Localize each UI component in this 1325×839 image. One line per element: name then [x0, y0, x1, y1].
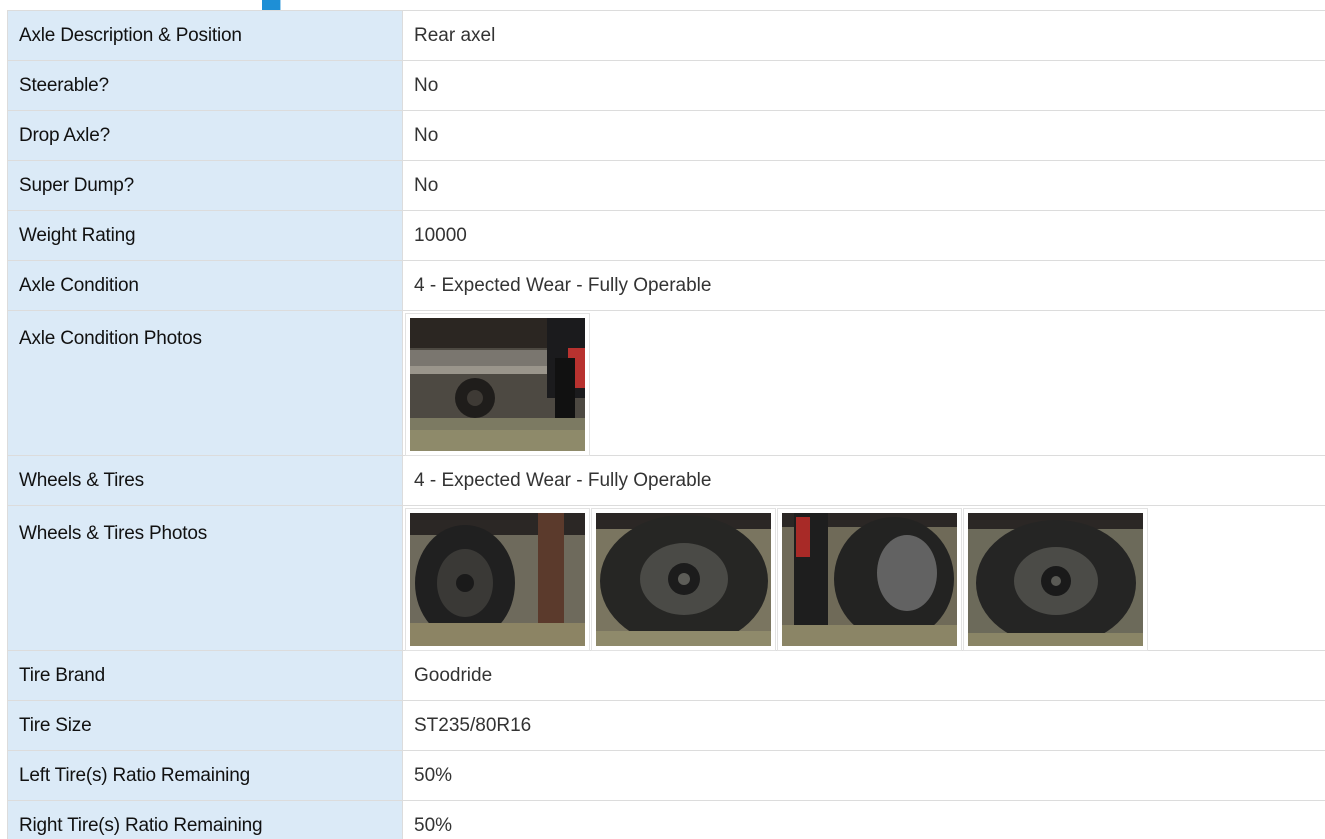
- row-value: Goodride: [402, 650, 1325, 701]
- row-value: No: [402, 160, 1325, 211]
- wheel-photo-thumbnail[interactable]: [405, 508, 590, 651]
- axle-photo-image: [410, 318, 585, 451]
- row-value: 50%: [402, 800, 1325, 839]
- table-row: Steerable? No: [7, 60, 1325, 111]
- row-label: Wheels & Tires Photos: [7, 505, 403, 651]
- row-value: 4 - Expected Wear - Fully Operable: [402, 455, 1325, 506]
- row-label: Super Dump?: [7, 160, 403, 211]
- table-row: Axle Condition 4 - Expected Wear - Fully…: [7, 260, 1325, 311]
- table-row: Wheels & Tires 4 - Expected Wear - Fully…: [7, 455, 1325, 506]
- photo-gallery: [402, 505, 1325, 651]
- table-row: Weight Rating 10000: [7, 210, 1325, 261]
- photo-gallery: [402, 310, 1325, 456]
- table-row: Left Tire(s) Ratio Remaining 50%: [7, 750, 1325, 801]
- row-value: No: [402, 60, 1325, 111]
- table-row: Right Tire(s) Ratio Remaining 50%: [7, 800, 1325, 839]
- row-value: 10000: [402, 210, 1325, 261]
- axle-photos-row: Axle Condition Photos: [7, 310, 1325, 456]
- row-label: Weight Rating: [7, 210, 403, 261]
- row-label: Right Tire(s) Ratio Remaining: [7, 800, 403, 839]
- row-value: Rear axel: [402, 10, 1325, 61]
- table-row: Drop Axle? No: [7, 110, 1325, 161]
- row-value: 50%: [402, 750, 1325, 801]
- wheel-photo-image: [968, 513, 1143, 646]
- wheel-photo-thumbnail[interactable]: [591, 508, 776, 651]
- row-label: Tire Brand: [7, 650, 403, 701]
- axle-photo-thumbnail[interactable]: [405, 313, 590, 456]
- wheel-photo-image: [596, 513, 771, 646]
- wheel-photo-thumbnail[interactable]: [777, 508, 962, 651]
- table-row: Axle Description & Position Rear axel: [7, 10, 1325, 61]
- axle-detail-page: ▄ Axle Description & Position Rear axel …: [0, 0, 1325, 839]
- row-value: ST235/80R16: [402, 700, 1325, 751]
- row-label: Axle Description & Position: [7, 10, 403, 61]
- wheel-photos-row: Wheels & Tires Photos: [7, 505, 1325, 651]
- wheel-photo-thumbnail[interactable]: [963, 508, 1148, 651]
- row-label: Left Tire(s) Ratio Remaining: [7, 750, 403, 801]
- table-row: Super Dump? No: [7, 160, 1325, 211]
- row-label: Steerable?: [7, 60, 403, 111]
- wheel-photo-image: [782, 513, 957, 646]
- row-label: Tire Size: [7, 700, 403, 751]
- row-value: 4 - Expected Wear - Fully Operable: [402, 260, 1325, 311]
- table-row: Tire Size ST235/80R16: [7, 700, 1325, 751]
- wheel-photo-image: [410, 513, 585, 646]
- table-row: Tire Brand Goodride: [7, 650, 1325, 701]
- row-label: Axle Condition: [7, 260, 403, 311]
- row-label: Axle Condition Photos: [7, 310, 403, 456]
- row-label: Wheels & Tires: [7, 455, 403, 506]
- axle-spec-table: Axle Description & Position Rear axel St…: [7, 10, 1325, 839]
- row-label: Drop Axle?: [7, 110, 403, 161]
- row-value: No: [402, 110, 1325, 161]
